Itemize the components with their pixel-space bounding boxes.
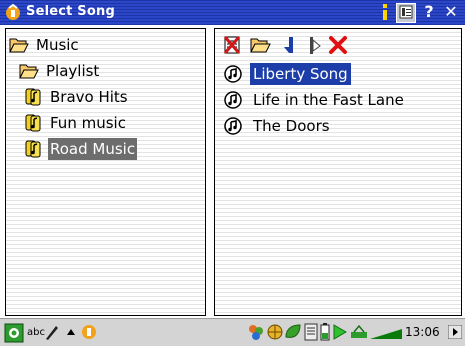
song-label: Life in the Fast Lane (253, 91, 404, 109)
info-icon[interactable] (376, 3, 394, 21)
playlist-icon (25, 114, 41, 132)
music-note-icon (224, 91, 242, 109)
battery-icon (320, 323, 330, 341)
folder-open-icon (19, 64, 39, 79)
playlist-icon (25, 140, 41, 158)
input-mode-label[interactable]: abc (27, 327, 45, 338)
music-note-icon (224, 117, 242, 135)
folder-open-icon (9, 38, 29, 53)
chevron-right-icon[interactable] (448, 325, 462, 339)
delete-list-icon[interactable] (221, 34, 243, 56)
music-note-icon (224, 65, 242, 83)
folder-open-icon[interactable] (249, 34, 271, 56)
song-label: The Doors (253, 117, 330, 135)
people-icon[interactable] (247, 323, 265, 341)
clock: 13:06 (405, 325, 440, 339)
app-icon (6, 3, 20, 20)
help-icon[interactable]: ? (420, 3, 438, 21)
tree-item-label: Bravo Hits (50, 88, 128, 106)
window-title: Select Song (26, 4, 115, 19)
pen-icon[interactable] (44, 323, 60, 341)
start-icon[interactable] (4, 323, 24, 343)
playlist-icon (25, 88, 41, 106)
play-icon[interactable] (303, 34, 325, 56)
connection-icon[interactable] (350, 323, 368, 341)
song-list-panel: Liberty Song Life in the Fast Lane The D… (214, 28, 462, 316)
document-icon[interactable] (303, 323, 319, 341)
taskbar: abc 13:06 (0, 318, 465, 346)
options-icon[interactable] (396, 3, 416, 23)
move-down-icon[interactable] (279, 34, 301, 56)
song-label: Liberty Song (250, 63, 351, 85)
globe-icon[interactable] (266, 323, 284, 341)
tree-item-label: Fun music (50, 114, 126, 132)
arrow-up-icon[interactable] (66, 327, 76, 337)
title-bar: Select Song ? ✕ (0, 0, 465, 25)
leaf-icon[interactable] (284, 323, 302, 341)
play-status-icon[interactable] (332, 323, 348, 341)
tree-item-label: Playlist (46, 62, 100, 80)
folder-tree-panel: Music Playlist Bravo Hits Fun music Road… (5, 28, 206, 316)
volume-icon[interactable] (370, 327, 402, 339)
remove-icon[interactable] (327, 34, 349, 56)
tree-item-label: Road Music (48, 138, 138, 160)
tree-item-label: Music (36, 36, 79, 54)
close-icon[interactable]: ✕ (442, 3, 460, 21)
media-player-icon[interactable] (80, 323, 98, 341)
